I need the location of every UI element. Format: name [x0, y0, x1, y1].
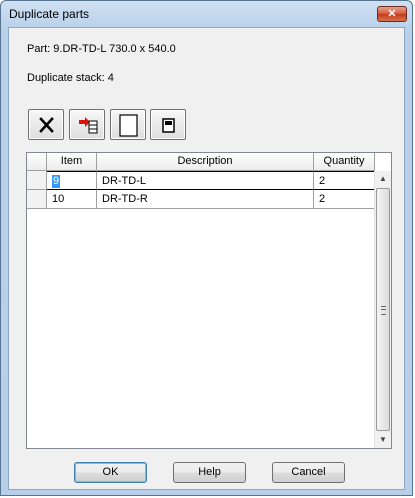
ok-button[interactable]: OK	[74, 462, 147, 483]
row-header[interactable]	[27, 171, 47, 190]
vertical-scrollbar[interactable]: ▲ ▼	[374, 171, 391, 448]
blank-page-icon	[119, 114, 138, 137]
cancel-button[interactable]: Cancel	[272, 462, 345, 483]
column-header-quantity[interactable]: Quantity	[314, 153, 375, 171]
insert-row-icon	[79, 117, 98, 134]
column-header-item[interactable]: Item	[47, 153, 97, 171]
blank-page-button[interactable]	[110, 109, 146, 140]
selected-item-text: 9	[52, 175, 61, 188]
table-cell-description[interactable]: DR-TD-R	[97, 190, 314, 209]
table-cell-description[interactable]: DR-TD-L	[97, 171, 314, 190]
title-bar[interactable]: Duplicate parts ✕	[1, 1, 412, 27]
table-cell-quantity[interactable]: 2	[314, 171, 375, 190]
book-icon	[162, 118, 175, 133]
grid-corner	[27, 153, 47, 171]
scroll-down-icon[interactable]: ▼	[375, 432, 391, 448]
close-icon: ✕	[387, 8, 397, 20]
part-label: Part: 9.DR-TD-L 730.0 x 540.0	[27, 43, 176, 55]
close-button[interactable]: ✕	[377, 6, 407, 22]
duplicate-stack-label: Duplicate stack: 4	[27, 72, 114, 84]
dialog-title: Duplicate parts	[9, 7, 90, 21]
table-cell-item[interactable]: 9	[47, 171, 97, 190]
book-button[interactable]	[150, 109, 186, 140]
insert-row-button[interactable]	[69, 109, 105, 140]
delete-button[interactable]	[28, 109, 64, 140]
help-button[interactable]: Help	[173, 462, 246, 483]
scrollbar-thumb[interactable]	[376, 188, 390, 431]
scroll-up-icon[interactable]: ▲	[375, 171, 391, 187]
table-cell-item[interactable]: 10	[47, 190, 97, 209]
row-header[interactable]	[27, 190, 47, 209]
table-cell-quantity[interactable]: 2	[314, 190, 375, 209]
grip-icon	[381, 306, 386, 315]
delete-icon	[39, 117, 54, 133]
parts-grid[interactable]: Item Description Quantity 9 DR-TD-L 2 10…	[26, 152, 392, 449]
column-header-description[interactable]: Description	[97, 153, 314, 171]
dialog-window: Duplicate parts ✕ Part: 9.DR-TD-L 730.0 …	[0, 0, 413, 496]
dialog-client: Part: 9.DR-TD-L 730.0 x 540.0 Duplicate …	[8, 27, 405, 490]
